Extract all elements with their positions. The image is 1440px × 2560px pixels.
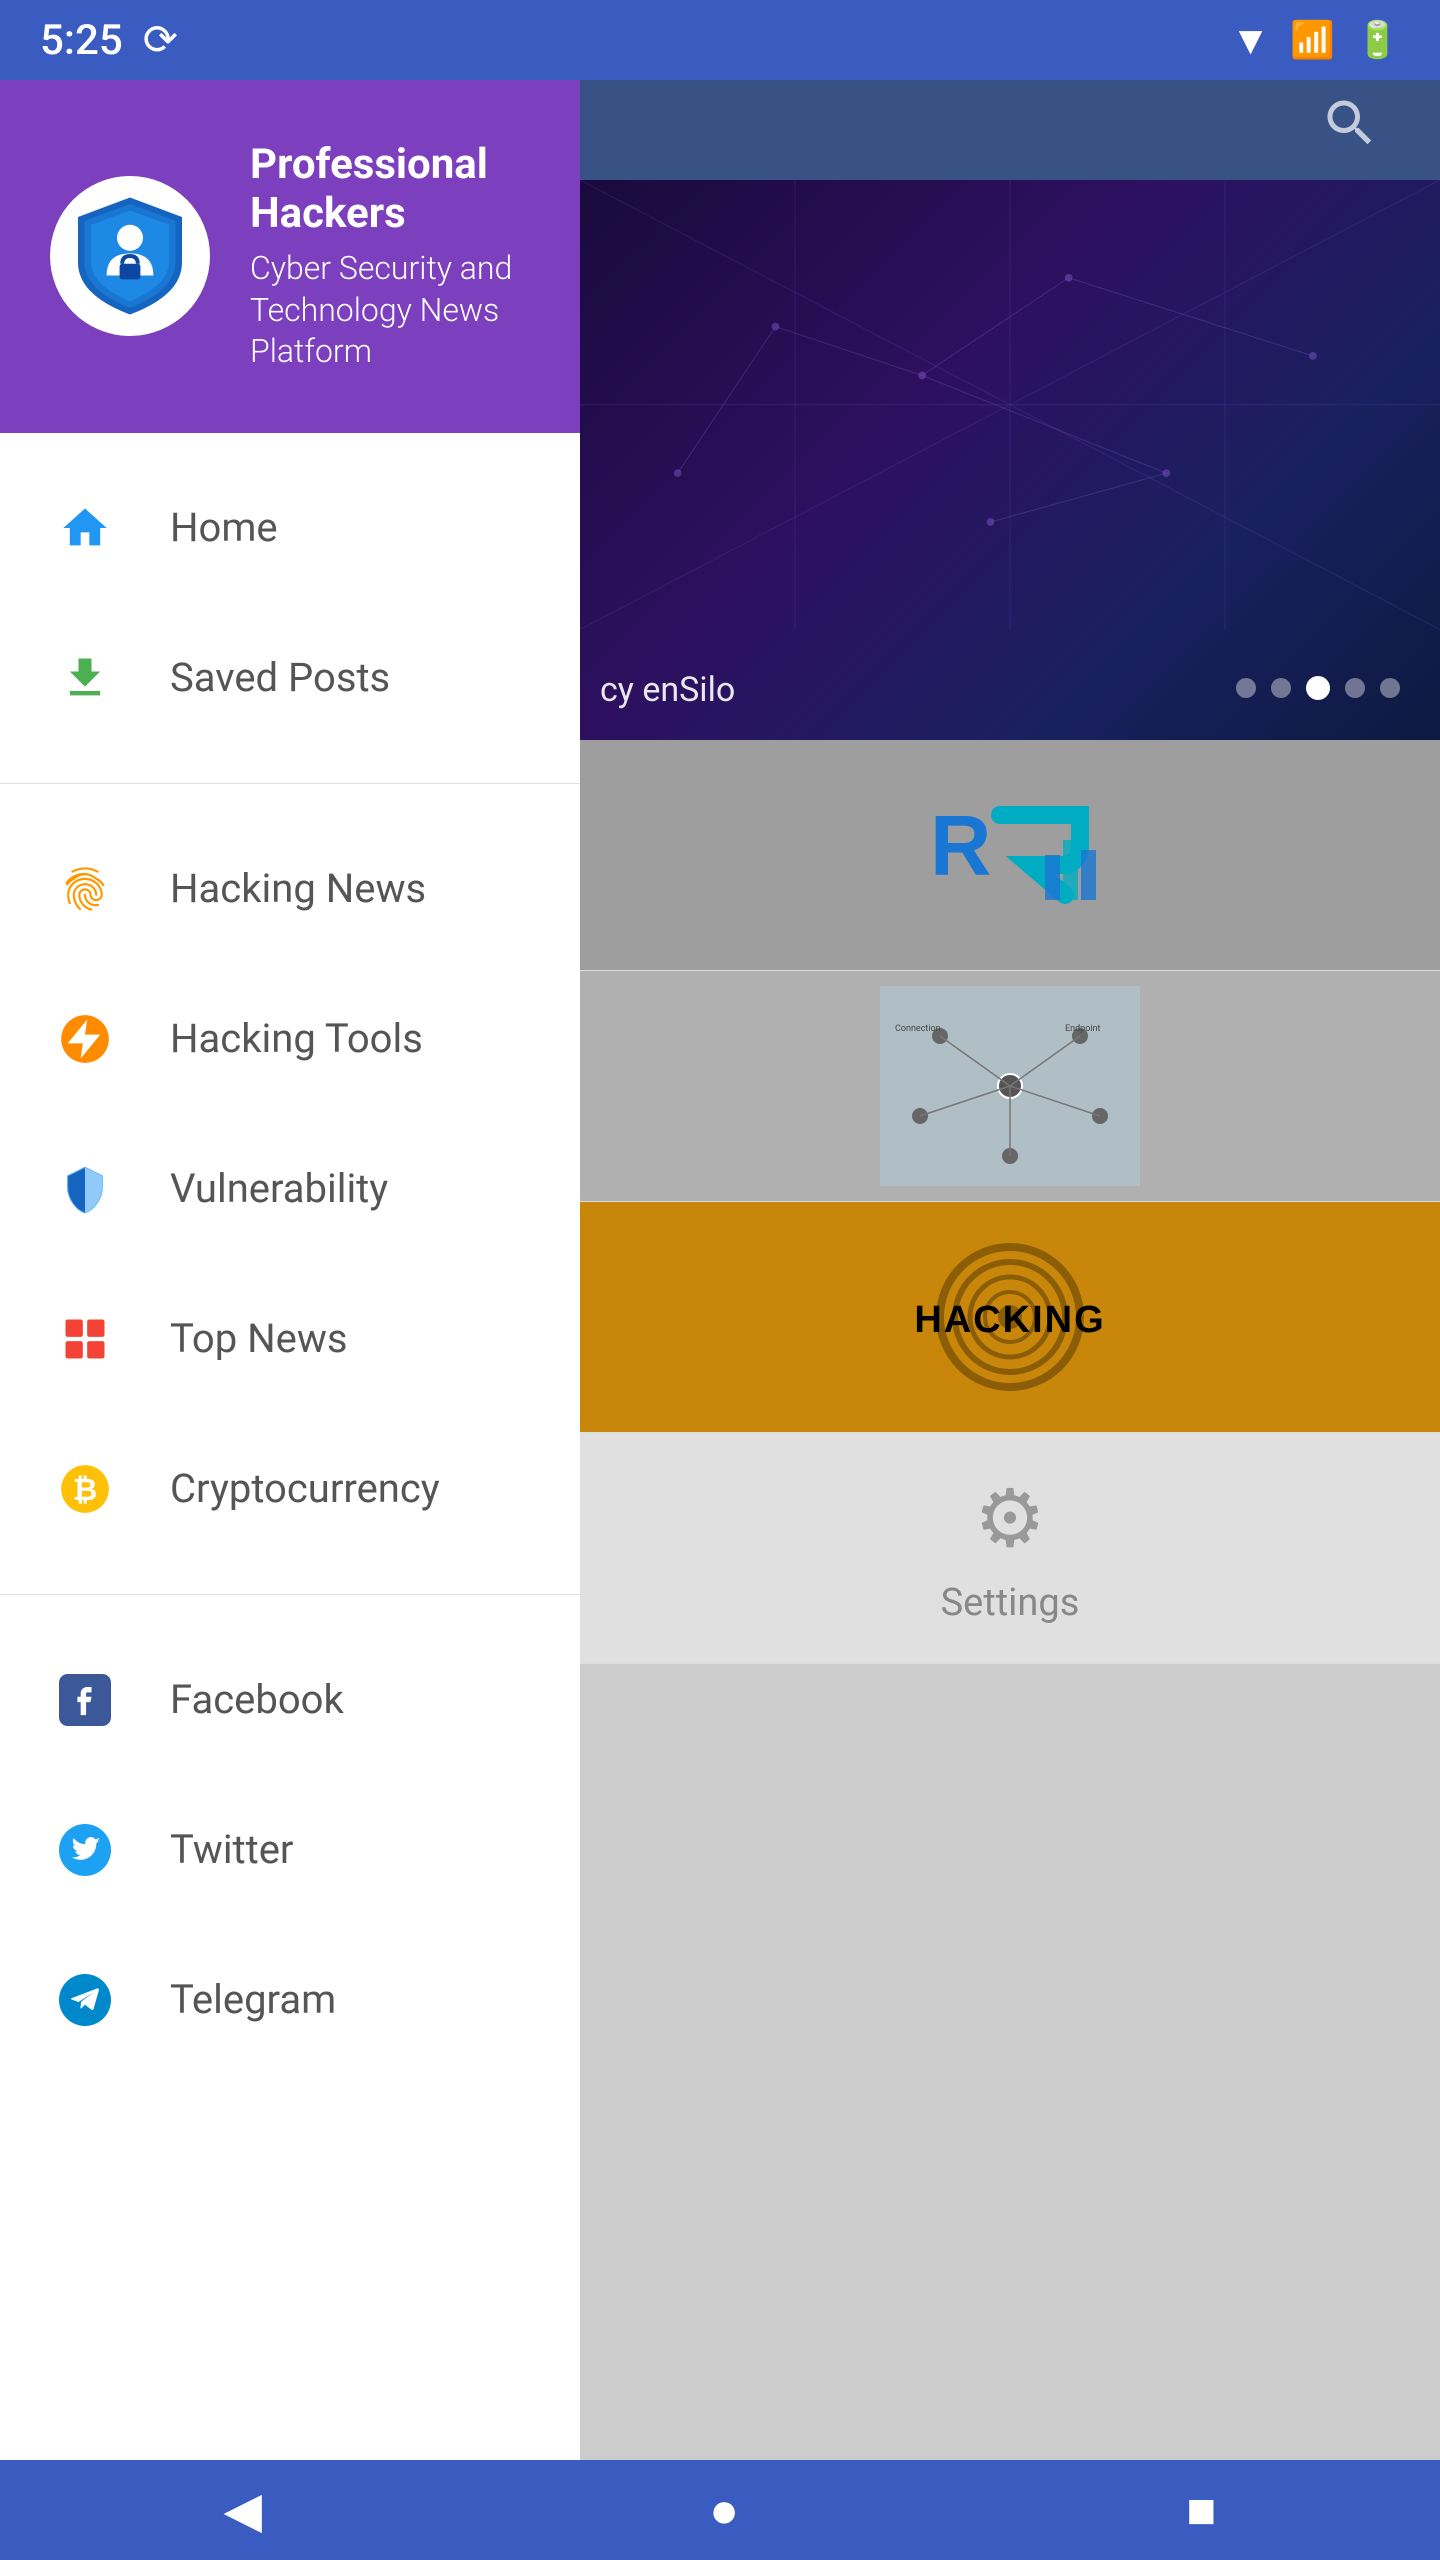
nav-hacking-news-label: Hacking News xyxy=(170,865,426,912)
settings-label: Settings xyxy=(941,1581,1080,1625)
app-logo xyxy=(50,176,210,336)
recent-button[interactable]: ■ xyxy=(1186,2481,1216,2540)
home-button[interactable]: ● xyxy=(709,2481,739,2540)
content-area: cy enSilo R xyxy=(580,80,1440,2460)
nav-saved-label: Saved Posts xyxy=(170,654,390,701)
card-row-4: ⚙ Settings xyxy=(580,1433,1440,1664)
nav-item-saved-posts[interactable]: Saved Posts xyxy=(0,603,580,753)
hero-dots xyxy=(1236,676,1400,700)
nav-vulnerability-label: Vulnerability xyxy=(170,1165,388,1212)
nav-hacking-tools-label: Hacking Tools xyxy=(170,1015,423,1062)
drawer-header: Professional Hackers Cyber Security and … xyxy=(0,80,580,433)
bottom-nav: ◀ ● ■ xyxy=(0,2460,1440,2560)
content-search-bar xyxy=(580,80,1440,180)
gear-icon: ⚙ xyxy=(974,1472,1046,1566)
bitcoin-icon: ₿ xyxy=(50,1454,120,1524)
svg-text:Endpoint: Endpoint xyxy=(1065,1024,1101,1034)
hero-dot-5[interactable] xyxy=(1380,678,1400,698)
app-subtitle: Cyber Security and Technology News Platf… xyxy=(250,248,530,373)
fingerprint-icon xyxy=(50,854,120,924)
category-nav-section: Hacking News Hacking Tools xyxy=(0,794,580,1584)
nav-item-twitter[interactable]: Twitter xyxy=(0,1775,580,1925)
battery-icon: 🔋 xyxy=(1355,19,1400,61)
card-settings[interactable]: ⚙ Settings xyxy=(580,1433,1440,1663)
shield-logo-icon xyxy=(65,191,195,321)
nav-item-cryptocurrency[interactable]: ₿ Cryptocurrency xyxy=(0,1414,580,1564)
drawer-title-block: Professional Hackers Cyber Security and … xyxy=(250,140,530,373)
hacking-image: HACKING xyxy=(580,1202,1440,1432)
facebook-icon xyxy=(50,1665,120,1735)
card-row-1: R xyxy=(580,740,1440,971)
settings-card-content: ⚙ Settings xyxy=(580,1433,1440,1663)
nav-item-telegram[interactable]: Telegram xyxy=(0,1925,580,2075)
home-icon xyxy=(50,493,120,563)
hero-caption: cy enSilo xyxy=(600,670,735,710)
nav-item-home[interactable]: Home xyxy=(0,453,580,603)
nav-item-hacking-tools[interactable]: Hacking Tools xyxy=(0,964,580,1114)
bolt-icon xyxy=(50,1004,120,1074)
nav-cryptocurrency-label: Cryptocurrency xyxy=(170,1465,440,1512)
svg-text:₿: ₿ xyxy=(73,1473,98,1508)
hero-dot-2[interactable] xyxy=(1271,678,1291,698)
hero-network-viz xyxy=(580,180,1440,630)
nav-item-facebook[interactable]: Facebook xyxy=(0,1625,580,1775)
telegram-icon xyxy=(50,1965,120,2035)
hero-dot-1[interactable] xyxy=(1236,678,1256,698)
nav-item-vulnerability[interactable]: Vulnerability xyxy=(0,1114,580,1264)
social-nav-section: Facebook Twitter xyxy=(0,1605,580,2095)
card-rt[interactable]: R xyxy=(580,740,1440,970)
download-icon xyxy=(50,643,120,713)
search-icon[interactable] xyxy=(1320,93,1380,168)
nav-top-news-label: Top News xyxy=(170,1315,348,1362)
divider-1 xyxy=(0,783,580,784)
status-left: 5:25 ⟳ xyxy=(40,15,178,65)
status-bar: 5:25 ⟳ ▼ 📶 🔋 xyxy=(0,0,1440,80)
app-name: Professional Hackers xyxy=(250,140,530,238)
svg-text:R: R xyxy=(930,799,991,894)
network-diagram-image: Connection Endpoint xyxy=(580,971,1440,1201)
card-row-3: HACKING xyxy=(580,1202,1440,1433)
signal-icon: 📶 xyxy=(1290,19,1335,61)
card-grid: R xyxy=(580,740,1440,1664)
wifi-icon: ▼ xyxy=(1231,17,1271,64)
nav-twitter-label: Twitter xyxy=(170,1826,293,1873)
nav-item-top-news[interactable]: Top News xyxy=(0,1264,580,1414)
hero-slider: cy enSilo xyxy=(580,180,1440,740)
status-time: 5:25 xyxy=(40,16,123,65)
back-button[interactable]: ◀ xyxy=(224,2481,262,2540)
grid-icon xyxy=(50,1304,120,1374)
hero-dot-3[interactable] xyxy=(1306,676,1330,700)
nav-facebook-label: Facebook xyxy=(170,1676,344,1723)
card-network-diagram[interactable]: Connection Endpoint xyxy=(580,971,1440,1201)
status-icons-right: ▼ 📶 🔋 xyxy=(1231,17,1400,64)
svg-text:HACKING: HACKING xyxy=(914,1299,1105,1341)
svg-text:Connection: Connection xyxy=(895,1024,941,1034)
nav-home-label: Home xyxy=(170,504,278,551)
drawer-nav: Home Saved Posts xyxy=(0,433,580,2460)
hero-dot-4[interactable] xyxy=(1345,678,1365,698)
card-hacking[interactable]: HACKING xyxy=(580,1202,1440,1432)
nav-telegram-label: Telegram xyxy=(170,1976,336,2023)
card-row-2: Connection Endpoint xyxy=(580,971,1440,1202)
vulnerability-shield-icon xyxy=(50,1154,120,1224)
main-container: Professional Hackers Cyber Security and … xyxy=(0,80,1440,2460)
drawer: Professional Hackers Cyber Security and … xyxy=(0,80,580,2460)
divider-2 xyxy=(0,1594,580,1595)
main-nav-section: Home Saved Posts xyxy=(0,433,580,773)
twitter-icon xyxy=(50,1815,120,1885)
nav-item-hacking-news[interactable]: Hacking News xyxy=(0,814,580,964)
sync-icon: ⟳ xyxy=(143,15,178,65)
rt-logo-image: R xyxy=(580,740,1440,970)
